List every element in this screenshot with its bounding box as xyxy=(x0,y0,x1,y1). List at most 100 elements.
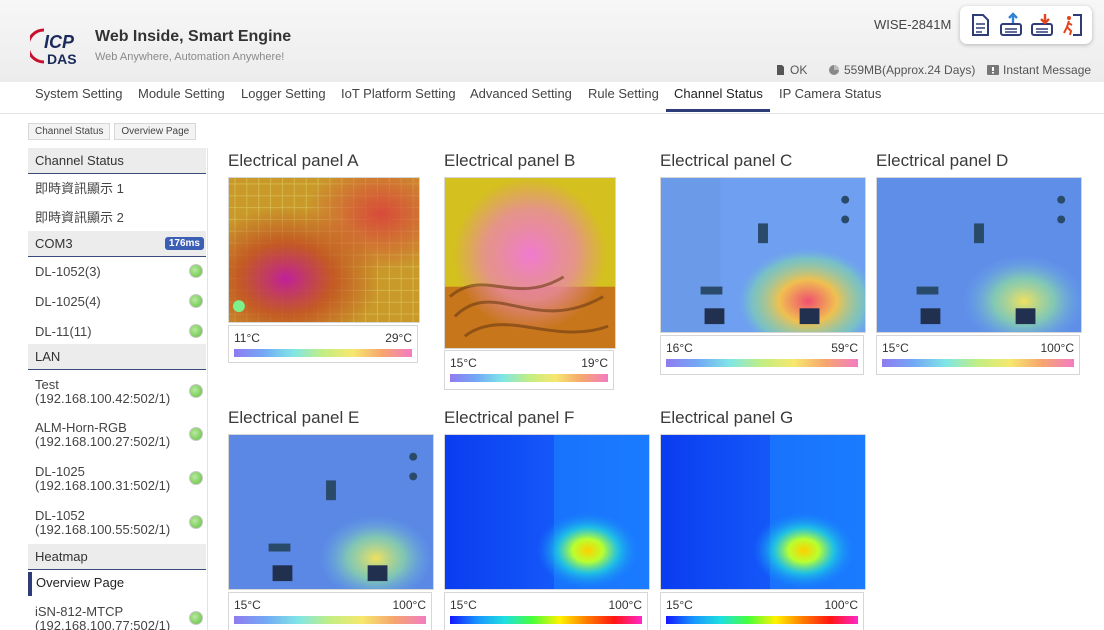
min-temperature: 16°C xyxy=(666,341,693,355)
tab-iot-platform-setting[interactable]: IoT Platform Setting xyxy=(341,86,456,101)
sidebar-item-dl-11-11[interactable]: DL-11(11) xyxy=(28,324,206,339)
min-temperature: 15°C xyxy=(234,598,261,612)
thermal-heatmap xyxy=(661,435,865,589)
tab-system-setting[interactable]: System Setting xyxy=(35,86,122,101)
breadcrumb-channel-status[interactable]: Channel Status xyxy=(28,123,111,140)
thermal-heatmap xyxy=(445,435,649,589)
sd-card-icon xyxy=(777,65,784,75)
thermal-heatmap xyxy=(445,178,615,348)
thermal-image-f[interactable] xyxy=(444,434,650,590)
status-ok-icon xyxy=(189,611,203,625)
model-name: WISE-2841M xyxy=(874,17,952,32)
max-temperature: 100°C xyxy=(824,598,859,612)
max-temperature: 100°C xyxy=(608,598,643,612)
icp-das-logo: ICP DAS xyxy=(30,28,77,67)
sidebar-item-isn-812-mtcp[interactable]: iSN-812-MTCP (192.168.100.77:502/1) xyxy=(28,605,206,630)
panel-title: Electrical panel E xyxy=(228,408,360,427)
color-scale-bar xyxy=(450,616,642,624)
instant-message[interactable]: Instant Message xyxy=(987,63,1091,77)
tab-ip-camera-status[interactable]: IP Camera Status xyxy=(779,86,881,101)
tab-channel-status[interactable]: Channel Status xyxy=(674,86,763,101)
thermal-image-b[interactable] xyxy=(444,177,616,349)
sidebar-header-channel-status[interactable]: Channel Status xyxy=(28,148,206,174)
temperature-scale: 16°C 59°C xyxy=(660,335,864,375)
panel-title: Electrical panel D xyxy=(876,151,1009,170)
temperature-scale: 15°C 19°C xyxy=(444,350,614,390)
sidebar-header-lan[interactable]: LAN xyxy=(28,344,206,370)
message-icon xyxy=(987,65,999,75)
thermal-heatmap xyxy=(229,178,419,322)
sidebar-item-overview-page[interactable]: Overview Page xyxy=(28,572,206,596)
color-scale-bar xyxy=(234,349,412,357)
panel-title: Electrical panel G xyxy=(660,408,794,427)
upload-icon[interactable] xyxy=(998,12,1024,38)
tab-advanced-setting[interactable]: Advanced Setting xyxy=(470,86,572,101)
panel-title: Electrical panel A xyxy=(228,151,359,170)
main-nav: System Setting Module Setting Logger Set… xyxy=(0,82,1104,114)
sd-card-status: OK xyxy=(774,63,807,77)
status-ok-icon xyxy=(189,384,203,398)
max-temperature: 100°C xyxy=(392,598,427,612)
tab-logger-setting[interactable]: Logger Setting xyxy=(241,86,326,101)
document-icon[interactable] xyxy=(967,12,993,38)
header: ICP DAS Web Inside, Smart Engine Web Any… xyxy=(0,0,1104,82)
color-scale-bar xyxy=(666,359,858,367)
sidebar-header-heatmap[interactable]: Heatmap xyxy=(28,544,206,570)
status-ok-icon xyxy=(189,264,203,278)
breadcrumb: Channel Status Overview Page xyxy=(28,123,197,140)
svg-text:ICP: ICP xyxy=(44,32,75,52)
min-temperature: 15°C xyxy=(666,598,693,612)
status-line: OK 559MB(Approx.24 Days) Instant Message xyxy=(0,63,1091,77)
sidebar-item-dl-1052-lan[interactable]: DL-1052 (192.168.100.55:502/1) xyxy=(28,509,206,537)
min-temperature: 11°C xyxy=(234,331,260,345)
status-ok-icon xyxy=(189,427,203,441)
max-temperature: 59°C xyxy=(831,341,858,355)
tab-module-setting[interactable]: Module Setting xyxy=(138,86,225,101)
min-temperature: 15°C xyxy=(450,356,477,370)
temperature-scale: 15°C 100°C xyxy=(876,335,1080,375)
sidebar-item-test[interactable]: Test (192.168.100.42:502/1) xyxy=(28,378,206,406)
panel-title: Electrical panel B xyxy=(444,151,576,170)
thermal-image-d[interactable] xyxy=(876,177,1082,333)
min-temperature: 15°C xyxy=(882,341,909,355)
sidebar-header-com3[interactable]: COM3 176ms xyxy=(28,231,206,257)
max-temperature: 29°C xyxy=(385,331,412,345)
response-time-badge: 176ms xyxy=(164,237,204,250)
storage-status: 559MB(Approx.24 Days) xyxy=(828,63,975,77)
sidebar-item-realtime-1[interactable]: 即時資訊顯示 1 xyxy=(28,182,206,196)
storage-icon xyxy=(829,65,839,75)
sidebar-item-dl-1025-4[interactable]: DL-1025(4) xyxy=(28,294,206,309)
thermal-image-g[interactable] xyxy=(660,434,866,590)
color-scale-bar xyxy=(450,374,608,382)
sidebar-item-alm-horn-rgb[interactable]: ALM-Horn-RGB (192.168.100.27:502/1) xyxy=(28,421,206,449)
temperature-scale: 15°C 100°C xyxy=(228,592,432,630)
sidebar-item-realtime-2[interactable]: 即時資訊顯示 2 xyxy=(28,211,206,225)
thermal-heatmap xyxy=(229,435,433,589)
sidebar-item-dl-1052-3[interactable]: DL-1052(3) xyxy=(28,264,206,279)
panel-title: Electrical panel F xyxy=(444,408,575,427)
thermal-heatmap xyxy=(661,178,865,332)
max-temperature: 100°C xyxy=(1040,341,1075,355)
color-scale-bar xyxy=(882,359,1074,367)
thermal-image-c[interactable] xyxy=(660,177,866,333)
temperature-scale: 15°C 100°C xyxy=(444,592,648,630)
temperature-scale: 15°C 100°C xyxy=(660,592,864,630)
color-scale-bar xyxy=(234,616,426,624)
min-temperature: 15°C xyxy=(450,598,477,612)
tab-rule-setting[interactable]: Rule Setting xyxy=(588,86,659,101)
thermal-image-a[interactable] xyxy=(228,177,420,323)
panel-title: Electrical panel C xyxy=(660,151,793,170)
brand-slogan: Web Anywhere, Automation Anywhere! xyxy=(95,51,285,63)
temperature-scale: 11°C 29°C xyxy=(228,325,418,363)
logout-icon[interactable] xyxy=(1060,12,1086,38)
download-icon[interactable] xyxy=(1029,12,1055,38)
breadcrumb-overview-page[interactable]: Overview Page xyxy=(114,123,197,140)
status-ok-icon xyxy=(189,515,203,529)
status-ok-icon xyxy=(189,471,203,485)
thermal-image-e[interactable] xyxy=(228,434,434,590)
brand-title: Web Inside, Smart Engine xyxy=(95,28,292,45)
status-ok-icon xyxy=(189,324,203,338)
sidebar-item-dl-1025-lan[interactable]: DL-1025 (192.168.100.31:502/1) xyxy=(28,465,206,493)
sidebar: Channel Status 即時資訊顯示 1 即時資訊顯示 2 COM3 17… xyxy=(28,148,208,630)
color-scale-bar xyxy=(666,616,858,624)
